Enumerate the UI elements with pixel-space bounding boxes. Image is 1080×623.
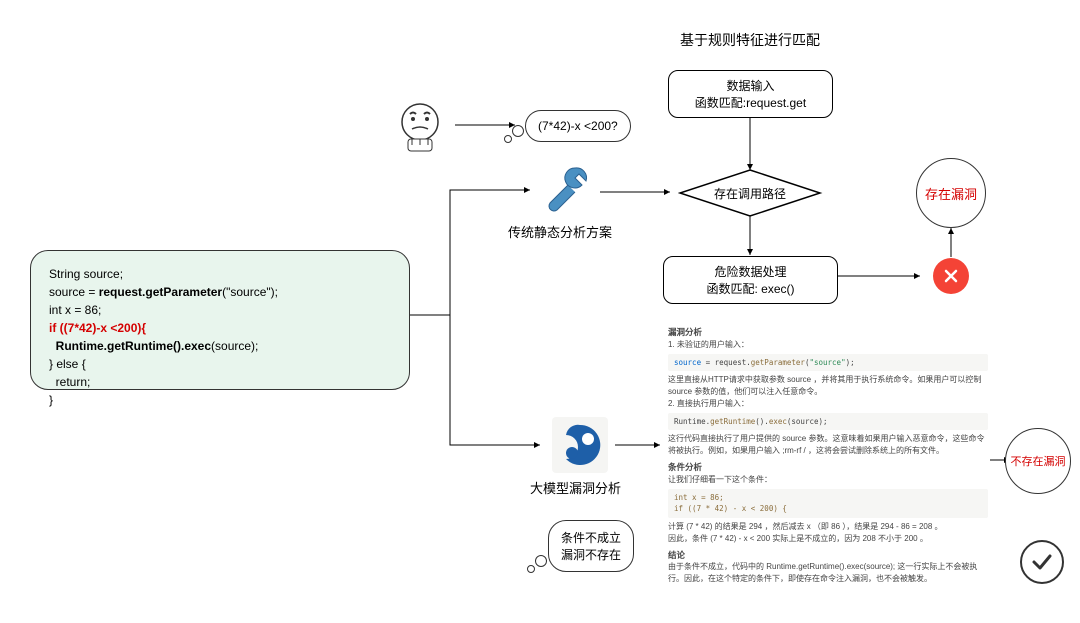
code-line-exec: Runtime.getRuntime().exec(source); [49, 337, 391, 355]
x-cross-icon [933, 258, 969, 294]
thinking-face-icon [390, 97, 450, 157]
label-llm-analysis: 大模型漏洞分析 [530, 478, 621, 497]
flow-danger-processing: 危险数据处理 函数匹配: exec() [663, 256, 838, 304]
code-line-6: } else { [49, 355, 391, 373]
flow-data-input: 数据输入 函数匹配:request.get [668, 70, 833, 118]
wrench-icon [540, 160, 595, 218]
llm-analysis-output: 漏洞分析 1. 未验证的用户输入： source = request.getPa… [668, 322, 988, 585]
code-line-8: } [49, 391, 391, 409]
label-static-analysis: 传统静态分析方案 [508, 222, 612, 241]
code-line-3: int x = 86; [49, 301, 391, 319]
source-code-box: String source; source = request.getParam… [30, 250, 410, 390]
code-line-1: String source; [49, 265, 391, 283]
thought-bubble-question: (7*42)-x <200? [525, 110, 631, 142]
code-line-2: source = request.getParameter("source"); [49, 283, 391, 301]
result-vulnerability-exists: 存在漏洞 [916, 158, 986, 228]
llm-logo-icon [550, 415, 610, 475]
svg-text:存在调用路径: 存在调用路径 [714, 186, 786, 201]
code-line-if: if ((7*42)-x <200){ [49, 319, 391, 337]
thought-bubble-conclusion: 条件不成立 漏洞不存在 [548, 520, 634, 572]
diagram-title: 基于规则特征进行匹配 [680, 30, 820, 50]
code-line-7: return; [49, 373, 391, 391]
flow-call-path-diamond: 存在调用路径 [678, 168, 823, 218]
checkmark-icon [1020, 540, 1064, 584]
result-no-vulnerability: 不存在漏洞 [1005, 428, 1071, 494]
